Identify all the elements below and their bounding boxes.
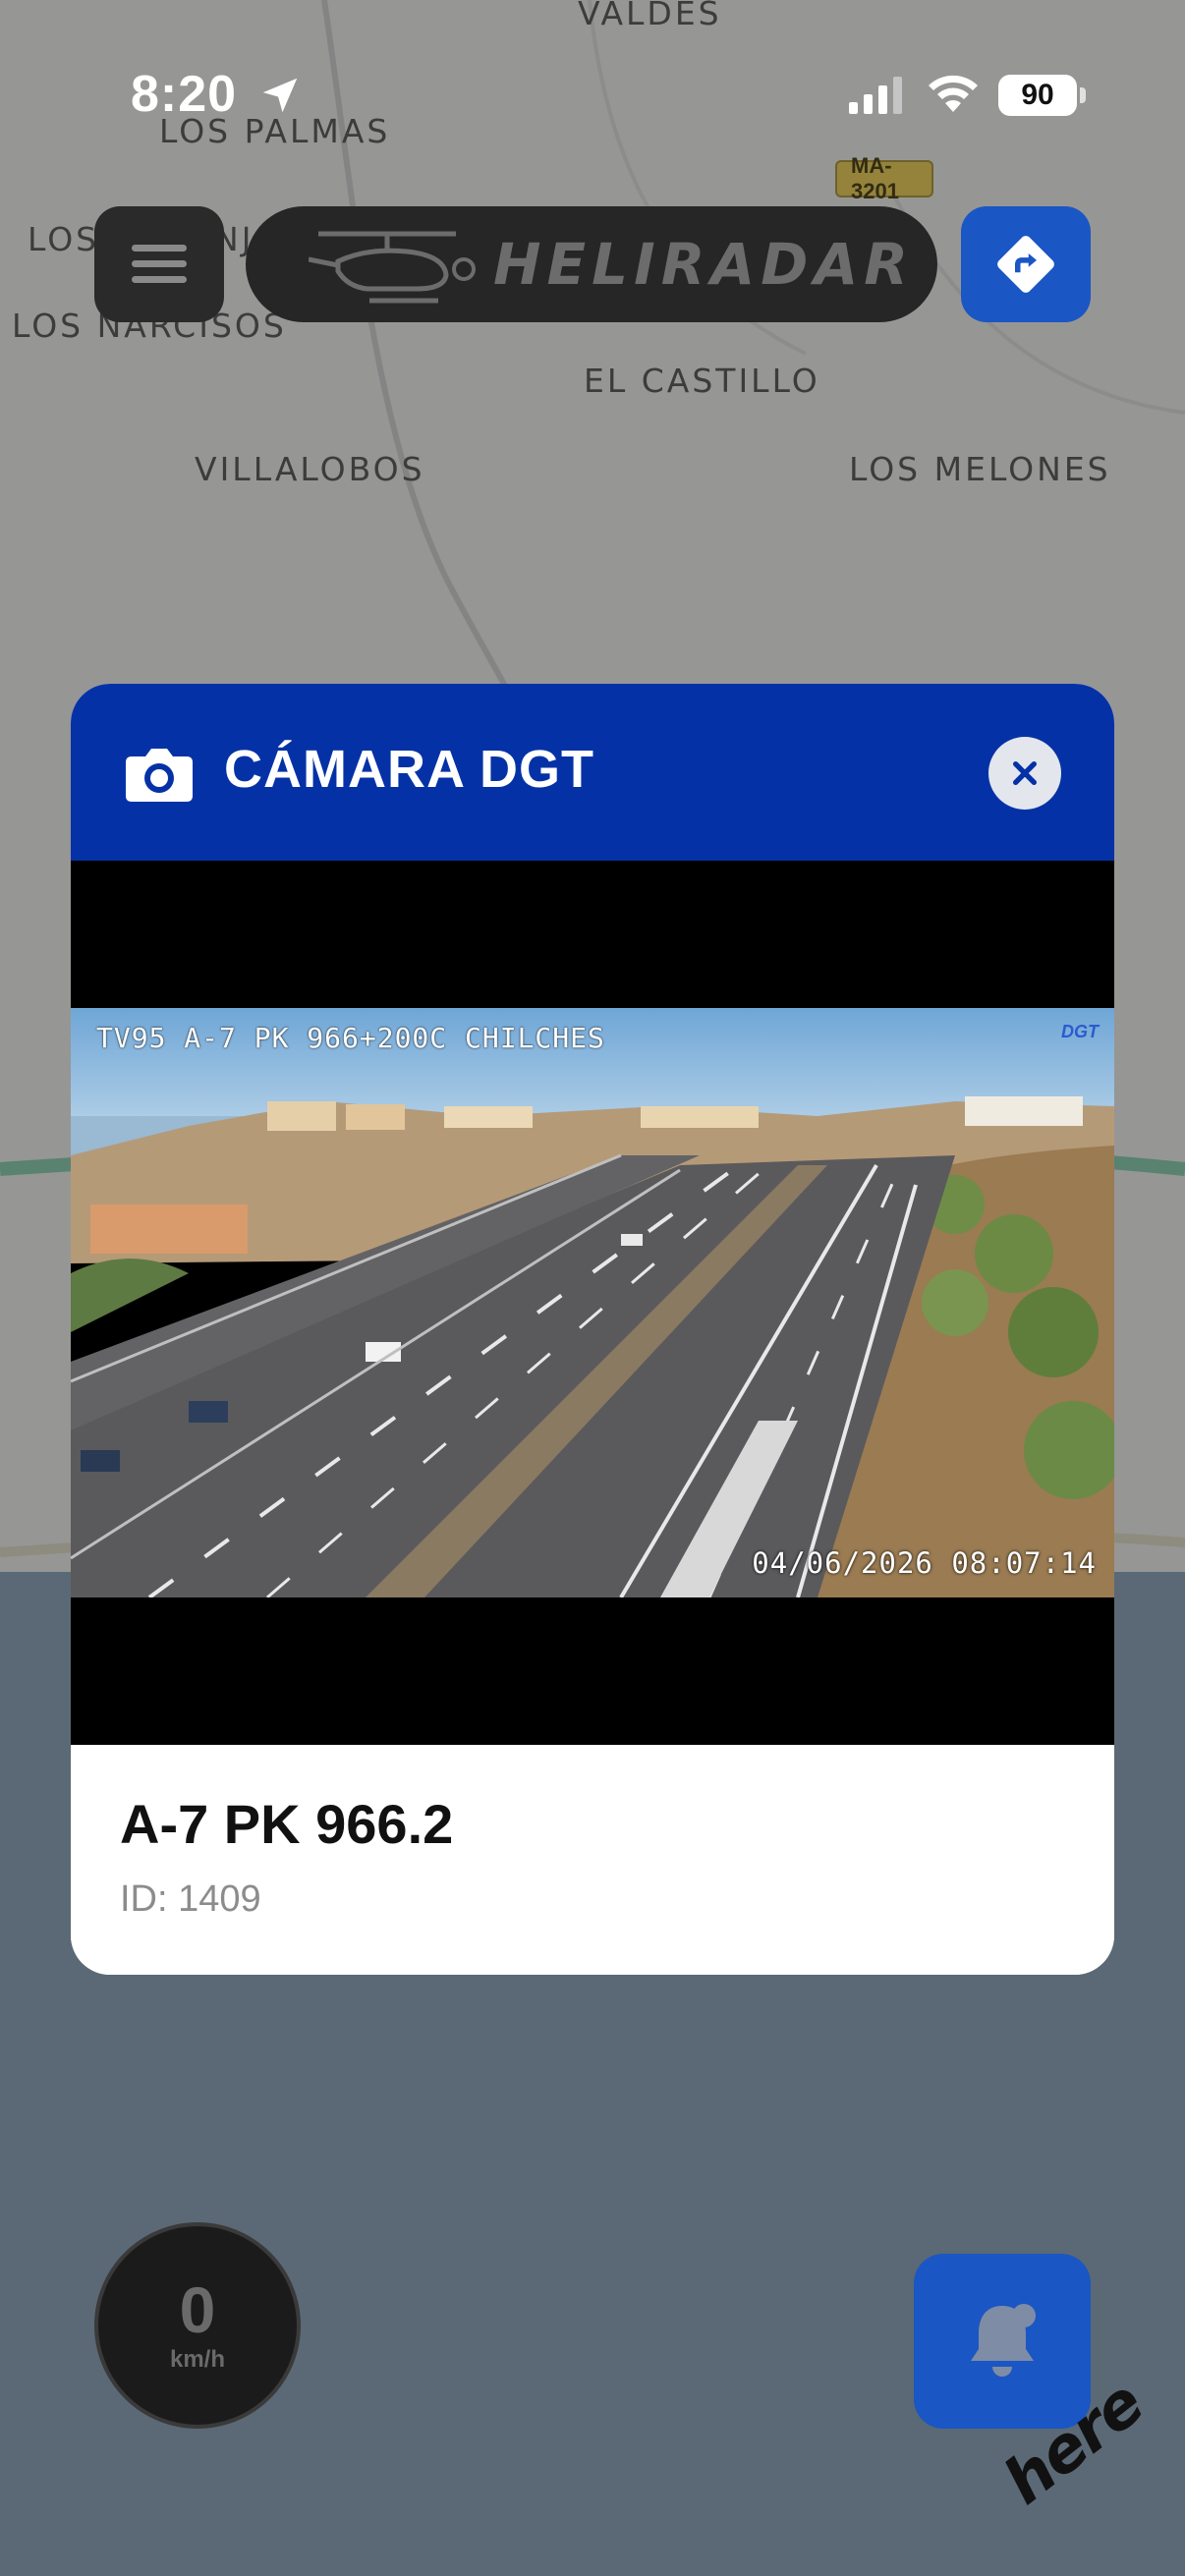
modal-header: CÁMARA DGT (71, 684, 1114, 861)
speedometer: 0 km/h (94, 2222, 301, 2429)
alerts-button[interactable] (914, 2254, 1091, 2429)
cellular-signal-icon (849, 77, 902, 114)
status-time: 8:20 (131, 66, 238, 123)
camera-icon (126, 749, 193, 802)
menu-button[interactable] (94, 206, 224, 322)
camera-id: ID: 1409 (120, 1878, 261, 1920)
bell-icon (971, 2304, 1036, 2377)
speed-unit: km/h (169, 2346, 225, 2373)
hamburger-menu-icon (132, 245, 187, 283)
helicopter-icon (309, 231, 476, 304)
camera-modal: CÁMARA DGT TV95 A-7 PK 966+200C CHILCHES… (71, 684, 1114, 1975)
dgt-watermark: DGT (1061, 1022, 1099, 1041)
route-button[interactable] (961, 206, 1091, 322)
wifi-icon (929, 75, 978, 112)
app-logo: HELIRADAR (246, 206, 937, 322)
close-button[interactable] (988, 737, 1061, 810)
camera-overlay-timestamp: 04/06/2026 08:07:14 (752, 1546, 1097, 1580)
camera-info: A-7 PK 966.2 ID: 1409 (71, 1745, 1114, 1975)
camera-feed-container: TV95 A-7 PK 966+200C CHILCHES DGT 04/06/… (71, 861, 1114, 1745)
location-arrow-icon (262, 78, 298, 113)
camera-feed-image[interactable]: TV95 A-7 PK 966+200C CHILCHES DGT 04/06/… (71, 1008, 1114, 1597)
battery-tip (1080, 87, 1086, 103)
modal-title: CÁMARA DGT (224, 740, 594, 799)
camera-overlay-label: TV95 A-7 PK 966+200C CHILCHES (96, 1022, 605, 1054)
app-logo-text: HELIRADAR (493, 231, 914, 298)
battery-icon: 90 (998, 75, 1077, 116)
camera-name: A-7 PK 966.2 (120, 1793, 454, 1855)
camera-feed-picture (71, 1008, 1114, 1597)
speed-value: 0 (179, 2273, 216, 2346)
close-icon (1013, 761, 1037, 785)
status-bar: 8:20 90 (0, 0, 1185, 128)
route-turn-icon (997, 236, 1054, 293)
